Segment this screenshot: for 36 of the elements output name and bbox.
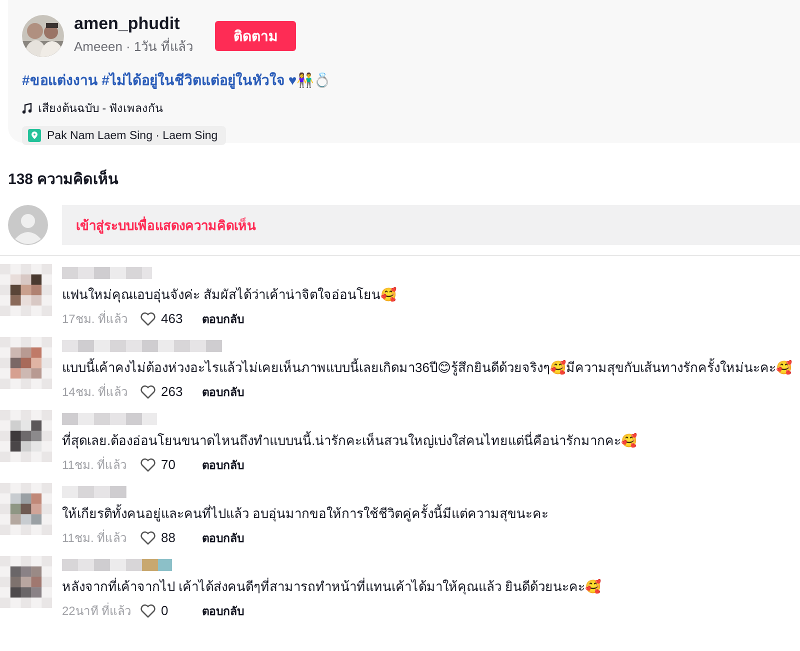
reply-link[interactable]: ตอบกลับ — [202, 456, 244, 474]
comment-text: แฟนใหม่คุณเอบอุ่นจังค่ะ สัมผัสได้ว่าเค้าน่าจิตใจอ่อนโยน🥰 — [62, 286, 397, 304]
like-count: 88 — [161, 530, 176, 545]
comment-time: 14ชม. ที่แล้ว — [62, 382, 130, 401]
comment-time: 22นาที ที่แล้ว — [62, 602, 133, 620]
reply-link[interactable]: ตอบกลับ — [202, 382, 244, 400]
comment-text: แบบนี้เค้าคงไม่ต้องห่วงอะไรแล้วไม่เคยเห็นภาพแบบนี้เลยเกิดมา36ปี😊รู้สึกยินดีด้วยจริงๆ🥰มีความสุขกับเส้นทางรักครั้งใหม่นะคะ🥰 — [62, 357, 792, 378]
reply-link[interactable]: ตอบกลับ — [202, 310, 244, 328]
like-count: 0 — [161, 603, 168, 618]
reply-link[interactable]: ตอบกลับ — [202, 602, 244, 620]
post-subtitle: Ameeen · 1วัน ที่แล้ว — [74, 36, 194, 56]
location-pin-icon — [28, 129, 41, 142]
caption: #ขอแต่งงาน #ไม่ได้อยู่ในชีวิตแต่อยู่ในหัวใจ ♥👫💍 — [22, 71, 332, 91]
location-chip[interactable]: Pak Nam Laem Sing · Laem Sing — [22, 126, 226, 145]
heart-icon[interactable] — [140, 312, 156, 326]
music-note-icon — [22, 102, 32, 114]
music-title[interactable]: เสียงต้นฉบับ - ฟังเพลงกัน — [38, 99, 164, 117]
comment-text: ที่สุดเลย.ต้องอ่อนโยนขนาดไหนถึงทำแบบนนี้.น่ารักคะเห็นสวนใหญ่เบ่งใส่คนไทยแต่นี่คือน่ารักมากคะ🥰 — [62, 430, 638, 450]
comments-count: 138 ความคิดเห็น — [8, 168, 120, 190]
heart-icon[interactable] — [140, 458, 156, 472]
reply-link[interactable]: ตอบกลับ — [202, 528, 244, 546]
username[interactable]: amen_phudit — [74, 14, 205, 34]
like-count: 463 — [161, 311, 183, 326]
avatar-placeholder-icon — [8, 205, 48, 245]
comment-text: หลังจากที่เค้าจากไป เค้าได้ส่งคนดีๆที่สามารถทำหน้าที่แทนเค้าได้มาให้คุณแล้ว ยินดีด้วยนะคะ🥰 — [62, 576, 602, 596]
comment-time: 17ชม. ที่แล้ว — [62, 310, 130, 328]
heart-icon[interactable] — [140, 604, 156, 618]
heart-icon[interactable] — [140, 530, 156, 544]
comment-text: ให้เกียรติทั้งคนอยู่และคนที่ไปแล้ว อบอุ่นมากขอให้การใช้ชีวิตคู่ครั้งนี้มีแต่ความสุขนะคะ — [62, 503, 549, 524]
like-count: 263 — [161, 384, 183, 399]
follow-button[interactable]: ติดตาม — [215, 20, 296, 50]
comment-time: 11ชม. ที่แล้ว — [62, 456, 128, 474]
blurred-username — [62, 486, 127, 498]
like-count: 70 — [161, 457, 176, 472]
heart-icon[interactable] — [140, 384, 156, 398]
comment-time: 11ชม. ที่แล้ว — [62, 528, 128, 547]
